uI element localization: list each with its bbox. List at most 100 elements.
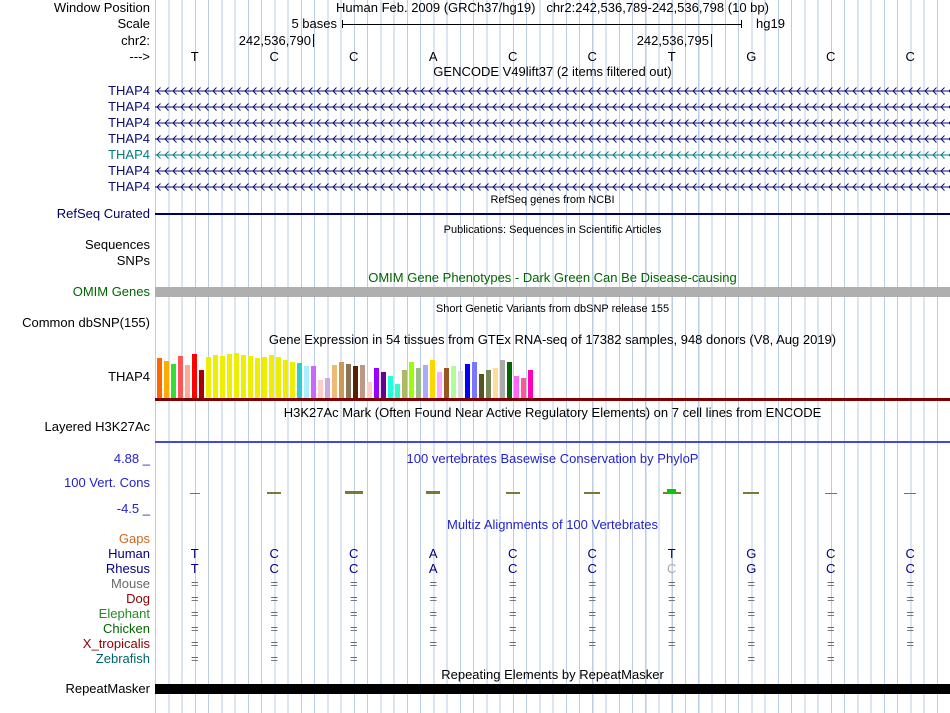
repeatmasker-item[interactable] (155, 684, 950, 694)
gtex-tissue-bar[interactable] (514, 376, 519, 398)
gtex-tissue-bar[interactable] (178, 356, 183, 398)
gtex-tissue-bar[interactable] (367, 382, 372, 398)
gtex-tissue-bar[interactable] (451, 366, 456, 398)
gtex-tissue-bar[interactable] (465, 364, 470, 398)
gtex-tissue-bar[interactable] (381, 372, 386, 398)
ruler-base: A (428, 49, 438, 64)
gtex-tissue-bar[interactable] (248, 356, 253, 398)
gtex-tissue-bar[interactable] (171, 364, 176, 398)
transcript-line[interactable] (155, 165, 950, 177)
alignment-cell: T (190, 546, 199, 561)
gtex-tissue-bar[interactable] (234, 353, 239, 398)
gtex-gene-model-line[interactable] (155, 398, 950, 401)
gtex-tissue-bar[interactable] (472, 362, 477, 398)
publications-track-title[interactable]: Publications: Sequences in Scientific Ar… (155, 224, 950, 236)
gtex-tissue-bar[interactable] (458, 371, 463, 398)
gtex-tissue-bar[interactable] (416, 368, 421, 398)
gtex-tissue-bar[interactable] (325, 378, 330, 398)
gtex-tissue-bar[interactable] (493, 368, 498, 398)
gtex-tissue-bar[interactable] (206, 357, 211, 398)
transcript-line[interactable] (155, 117, 950, 129)
gtex-tissue-bar[interactable] (255, 358, 260, 398)
alignment-cell: = (826, 606, 835, 621)
h3k27ac-track-title[interactable]: H3K27Ac Mark (Often Found Near Active Re… (155, 406, 950, 420)
gtex-tissue-bar[interactable] (192, 354, 197, 398)
gtex-tissue-bar[interactable] (437, 372, 442, 398)
transcript-label: THAP4 (108, 147, 150, 162)
alignment-cell: = (349, 606, 358, 621)
gtex-tissue-bar[interactable] (311, 366, 316, 398)
gtex-expression-bars[interactable] (157, 352, 535, 398)
omim-gene-item[interactable] (155, 287, 950, 297)
dbsnp-track-title[interactable]: Short Genetic Variants from dbSNP releas… (155, 303, 950, 315)
gtex-tissue-bar[interactable] (500, 360, 505, 398)
gtex-tissue-bar[interactable] (409, 362, 414, 398)
gtex-tissue-bar[interactable] (360, 365, 365, 398)
cons-min-label: -4.5 _ (116, 501, 150, 516)
gtex-tissue-bar[interactable] (423, 365, 428, 398)
gtex-tissue-bar[interactable] (346, 364, 351, 398)
gtex-tissue-bar[interactable] (332, 365, 337, 398)
omim-track-title[interactable]: OMIM Gene Phenotypes - Dark Green Can Be… (155, 271, 950, 285)
gtex-tissue-bar[interactable] (402, 370, 407, 398)
gtex-tissue-bar[interactable] (444, 368, 449, 398)
gtex-tissue-bar[interactable] (290, 362, 295, 398)
transcript-line[interactable] (155, 101, 950, 113)
transcript-line[interactable] (155, 133, 950, 145)
gtex-tissue-bar[interactable] (521, 378, 526, 398)
repeatmasker-track-title[interactable]: Repeating Elements by RepeatMasker (155, 668, 950, 682)
gtex-tissue-bar[interactable] (479, 374, 484, 398)
gtex-tissue-bar[interactable] (304, 366, 309, 398)
gtex-tissue-bar[interactable] (283, 360, 288, 398)
transcript-line[interactable] (155, 149, 950, 161)
gtex-tissue-bar[interactable] (395, 384, 400, 398)
gtex-tissue-bar[interactable] (486, 370, 491, 398)
gtex-tissue-bar[interactable] (339, 362, 344, 398)
gtex-tissue-bar[interactable] (185, 365, 190, 398)
multiz-track-title[interactable]: Multiz Alignments of 100 Vertebrates (155, 518, 950, 532)
alignment-row[interactable]: TCCACCTGCC (155, 547, 950, 561)
conservation-track-title[interactable]: 100 vertebrates Basewise Conservation by… (155, 452, 950, 466)
alignment-cell: = (747, 651, 756, 666)
gtex-tissue-bar[interactable] (388, 376, 393, 398)
alignment-row[interactable]: = = = = = = = = = = (155, 622, 950, 636)
alignment-cell: = (429, 606, 438, 621)
alignment-row[interactable]: = = = = = (155, 652, 950, 666)
transcript-line[interactable] (155, 181, 950, 193)
gtex-track-title[interactable]: Gene Expression in 54 tissues from GTEx … (155, 333, 950, 347)
gencode-track-title[interactable]: GENCODE V49lift37 (2 items filtered out) (155, 65, 950, 79)
gtex-tissue-bar[interactable] (353, 366, 358, 398)
species-label: Dog (126, 591, 150, 606)
gtex-tissue-bar[interactable] (269, 355, 274, 398)
alignment-cell: = (588, 621, 597, 636)
alignment-row[interactable]: = = = = = = = = = = (155, 607, 950, 621)
gtex-tissue-bar[interactable] (262, 357, 267, 398)
gtex-tissue-bar[interactable] (220, 356, 225, 398)
base-ruler[interactable]: TCCACCTGCC (155, 50, 950, 64)
gtex-tissue-bar[interactable] (374, 368, 379, 398)
gtex-tissue-bar[interactable] (507, 362, 512, 398)
conservation-wiggle[interactable] (155, 480, 950, 494)
refseq-curated-item[interactable] (155, 213, 950, 215)
dbsnp-label: Common dbSNP(155) (22, 315, 150, 330)
alignment-cell: = (349, 651, 358, 666)
gtex-tissue-bar[interactable] (199, 370, 204, 398)
alignment-row[interactable]: = = = = = = = = = = (155, 637, 950, 651)
alignment-row[interactable]: = = = = = = = = = = (155, 577, 950, 591)
alignment-row[interactable]: TCCACCCGCC (155, 562, 950, 576)
refseq-track-title[interactable]: RefSeq genes from NCBI (155, 194, 950, 206)
species-label: Zebrafish (95, 651, 150, 666)
gtex-tissue-bar[interactable] (213, 355, 218, 398)
gtex-tissue-bar[interactable] (164, 361, 169, 398)
gtex-tissue-bar[interactable] (241, 355, 246, 398)
alignment-row[interactable]: = = = = = = = = = = (155, 592, 950, 606)
gtex-tissue-bar[interactable] (528, 370, 533, 398)
gtex-tissue-bar[interactable] (227, 354, 232, 398)
gtex-tissue-bar[interactable] (157, 358, 162, 398)
transcript-line[interactable] (155, 85, 950, 97)
gtex-tissue-bar[interactable] (318, 380, 323, 398)
gtex-tissue-bar[interactable] (276, 357, 281, 398)
gtex-tissue-bar[interactable] (297, 363, 302, 398)
gtex-tissue-bar[interactable] (430, 360, 435, 398)
alignment-cell: = (270, 606, 279, 621)
